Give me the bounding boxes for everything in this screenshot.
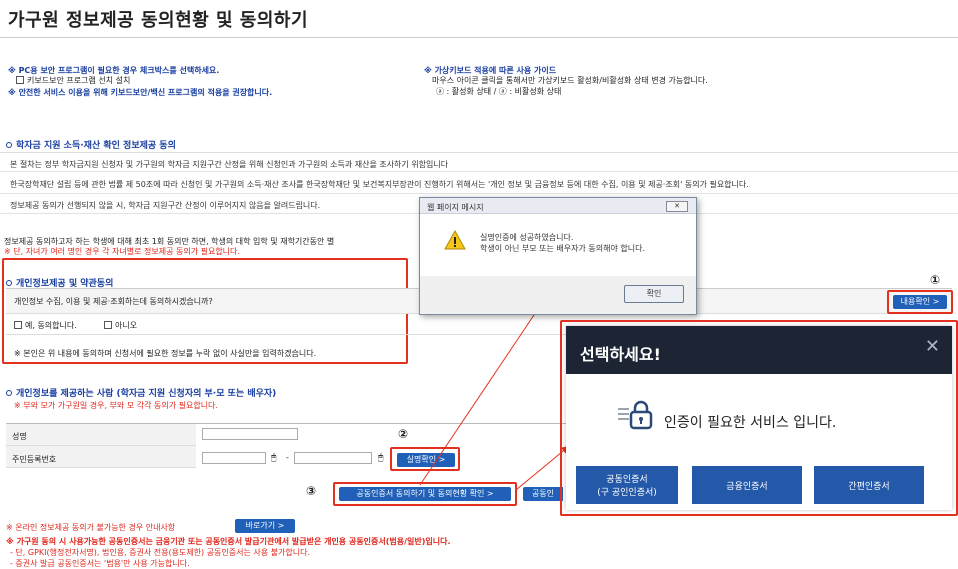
modal-title: 선택하세요!	[580, 345, 661, 364]
alert-title: 웹 페이지 메시지	[427, 203, 484, 212]
lock-icon	[618, 400, 653, 430]
warning-icon	[444, 230, 466, 250]
alert-dialog: 웹 페이지 메시지 ✕ 실명인증에 성공하였습니다. 학생이 아닌 부모 또는 …	[419, 197, 697, 315]
simple-cert-button[interactable]: 간편인증서	[814, 466, 924, 504]
alert-message-1: 실명인증에 성공하였습니다.	[480, 233, 574, 242]
close-icon[interactable]: ✕	[925, 336, 940, 357]
alert-close-button[interactable]: ✕	[666, 201, 688, 212]
financial-cert-button[interactable]: 금융인증서	[692, 466, 802, 504]
alert-message-2: 학생이 아닌 부모 또는 배우자가 동의해야 합니다.	[480, 244, 645, 253]
joint-cert-button[interactable]: 공동인증서 (구 공인인증서)	[576, 466, 678, 504]
alert-ok-button[interactable]: 확인	[624, 285, 684, 303]
modal-message: 인증이 필요한 서비스 입니다.	[664, 415, 837, 431]
arrow-to-alert	[419, 304, 542, 486]
auth-select-modal: 선택하세요! ✕ 인증이 필요한 서비스 입니다. 공동인증서 (구 공인인증서…	[566, 326, 952, 510]
